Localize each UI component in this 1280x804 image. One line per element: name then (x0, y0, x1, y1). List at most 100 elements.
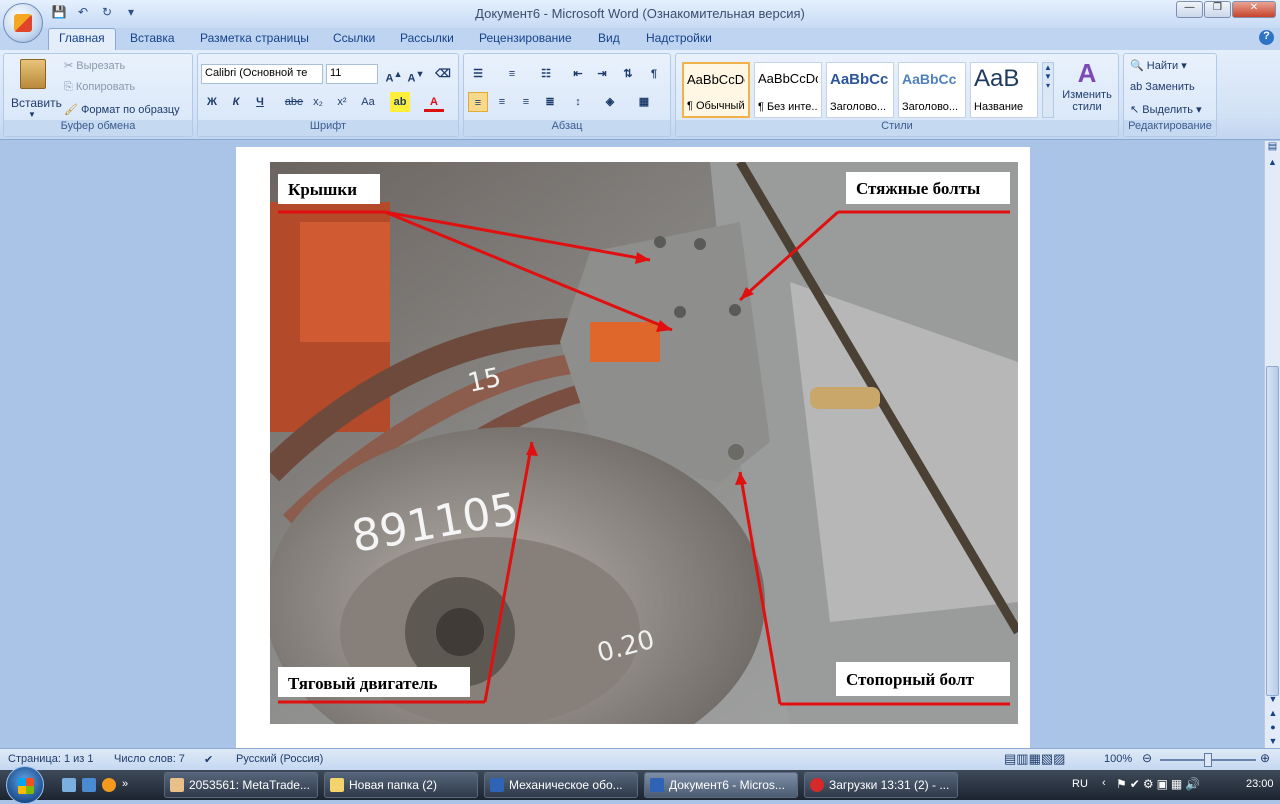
style-normal[interactable]: AaBbCcDc ¶ Обычный (682, 62, 750, 118)
zoom-slider-thumb[interactable] (1204, 753, 1212, 767)
folder-icon (330, 778, 344, 792)
taskbar-item-metatrader[interactable]: 2053561: MetaTrade... (164, 772, 318, 798)
spellcheck-icon[interactable]: ✔ (204, 753, 213, 766)
clear-formatting-icon[interactable]: ⌫ (433, 64, 453, 84)
media-player-icon[interactable] (102, 778, 116, 792)
font-size-box[interactable]: 11 (326, 64, 378, 84)
office-button[interactable] (3, 3, 43, 43)
page-count[interactable]: Страница: 1 из 1 (8, 753, 94, 765)
tab-review[interactable]: Рецензирование (479, 31, 572, 45)
copy-button[interactable]: ⎘ Копировать (64, 81, 135, 94)
select-button[interactable]: ↖ Выделить ▾ (1130, 103, 1202, 116)
style-sample: AaBbCc (902, 71, 957, 87)
paste-label: Вставить (11, 96, 62, 110)
style-heading-2[interactable]: AaBbCc Заголово... (898, 62, 966, 118)
increase-indent-icon[interactable]: ⇥ (592, 64, 612, 84)
justify-icon[interactable]: ≣ (540, 92, 560, 112)
word-count[interactable]: Число слов: 7 (114, 753, 185, 765)
undo-icon[interactable]: ↶ (74, 5, 92, 21)
tab-mailings[interactable]: Рассылки (400, 31, 454, 45)
align-right-icon[interactable]: ≡ (516, 92, 536, 112)
scroll-up-icon[interactable]: ▲ (1265, 157, 1280, 171)
style-no-spacing[interactable]: AaBbCcDc ¶ Без инте... (754, 62, 822, 118)
start-button[interactable] (6, 766, 44, 804)
tab-references[interactable]: Ссылки (333, 31, 375, 45)
prev-page-icon[interactable]: ▲ (1265, 708, 1280, 718)
show-desktop-icon[interactable] (62, 778, 76, 792)
language-status[interactable]: Русский (Россия) (236, 753, 323, 765)
language-indicator[interactable]: RU (1072, 778, 1088, 790)
tray-expand-icon[interactable]: ‹ (1102, 777, 1106, 789)
next-page-icon[interactable]: ▼ (1265, 736, 1280, 746)
styles-scroll-icon[interactable]: ▲ ▼ ▾ (1042, 62, 1054, 118)
window-controls: — ❐ ✕ (1176, 1, 1276, 18)
find-button[interactable]: 🔍 Найти ▾ (1130, 59, 1187, 72)
help-icon[interactable]: ? (1259, 30, 1274, 45)
borders-icon[interactable]: ▦ (634, 92, 654, 112)
tab-view[interactable]: Вид (598, 31, 620, 45)
scroll-thumb[interactable] (1266, 366, 1279, 696)
tab-addins[interactable]: Надстройки (646, 31, 712, 45)
align-left-icon[interactable]: ≡ (468, 92, 488, 112)
bold-button[interactable]: Ж (202, 92, 222, 112)
view-buttons[interactable]: ▤▥▦▧▨ (1004, 751, 1065, 767)
maximize-button[interactable]: ❐ (1204, 1, 1231, 18)
change-styles-button[interactable]: A Изменить стили (1058, 58, 1116, 120)
bullets-icon[interactable]: ☰ (468, 64, 488, 84)
tab-home[interactable]: Главная (48, 28, 116, 50)
grow-font-icon[interactable]: A▲ (384, 64, 404, 85)
clock[interactable]: 23:00 (1246, 778, 1274, 790)
figure-photo[interactable]: 15 891105 0.20 Крышки Стяжные болты Тяго… (270, 162, 1018, 724)
format-painter-button[interactable]: 🖌 Формат по образцу (64, 103, 180, 116)
close-button[interactable]: ✕ (1232, 1, 1276, 18)
tab-page-layout[interactable]: Разметка страницы (200, 31, 309, 45)
quick-launch: » (62, 778, 128, 792)
redo-icon[interactable]: ↻ (98, 5, 116, 21)
underline-button[interactable]: Ч (250, 92, 270, 112)
quick-access-toolbar: 💾 ↶ ↻ ▾ (50, 5, 140, 21)
vertical-scrollbar[interactable]: ▤ ▲ ▼ ▲ ● ▼ (1264, 141, 1280, 748)
tray-icons[interactable]: ⚑✔⚙▣▦🔊 (1116, 777, 1203, 791)
label-lock-bolt: Стопорный болт (846, 670, 975, 689)
taskbar-label: Документ6 - Micros... (669, 778, 785, 792)
taskbar-item-word-mech[interactable]: Механическое обо... (484, 772, 638, 798)
scroll-down-icon[interactable]: ▼ (1265, 694, 1280, 704)
sort-icon[interactable]: ⇅ (618, 64, 638, 84)
subscript-button[interactable]: x₂ (308, 92, 328, 112)
taskbar-item-word-doc6[interactable]: Документ6 - Micros... (644, 772, 798, 798)
line-spacing-icon[interactable]: ↕ (568, 92, 588, 112)
replace-button[interactable]: ab Заменить (1130, 81, 1195, 93)
shading-icon[interactable]: ◈ (600, 92, 620, 112)
shrink-font-icon[interactable]: A▼ (406, 64, 426, 85)
zoom-out-icon[interactable]: ⊖ (1142, 751, 1152, 765)
font-name-box[interactable]: Calibri (Основной те (201, 64, 323, 84)
superscript-button[interactable]: x² (332, 92, 352, 112)
align-center-icon[interactable]: ≡ (492, 92, 512, 112)
customize-qat-icon[interactable]: ▾ (122, 5, 140, 21)
font-color-icon[interactable]: A (424, 92, 444, 112)
save-icon[interactable]: 💾 (50, 5, 68, 21)
pilcrow-icon[interactable]: ¶ (644, 64, 664, 84)
change-case-button[interactable]: Aa (358, 92, 378, 112)
ruler-toggle-icon[interactable]: ▤ (1265, 141, 1280, 157)
zoom-in-icon[interactable]: ⊕ (1260, 751, 1270, 765)
minimize-button[interactable]: — (1176, 1, 1203, 18)
switch-windows-icon[interactable] (82, 778, 96, 792)
italic-button[interactable]: К (226, 92, 246, 112)
more-icon[interactable]: » (122, 778, 128, 792)
numbering-icon[interactable]: ≡ (502, 64, 522, 84)
taskbar-item-folder[interactable]: Новая папка (2) (324, 772, 478, 798)
browse-object-icon[interactable]: ● (1265, 722, 1280, 732)
paste-button[interactable]: Вставить ▼ (8, 56, 62, 119)
strikethrough-button[interactable]: abe (284, 92, 304, 112)
tab-insert[interactable]: Вставка (130, 31, 175, 45)
taskbar-label: 2053561: MetaTrade... (189, 778, 310, 792)
taskbar-item-opera[interactable]: Загрузки 13:31 (2) - ... (804, 772, 958, 798)
multilevel-list-icon[interactable]: ☷ (536, 64, 556, 84)
decrease-indent-icon[interactable]: ⇤ (568, 64, 588, 84)
cut-button[interactable]: ✂ Вырезать (64, 59, 125, 72)
style-title[interactable]: AaB Название (970, 62, 1038, 118)
highlight-icon[interactable]: ab (390, 92, 410, 112)
style-heading-1[interactable]: AaBbCc Заголово... (826, 62, 894, 118)
zoom-level[interactable]: 100% (1104, 753, 1132, 765)
